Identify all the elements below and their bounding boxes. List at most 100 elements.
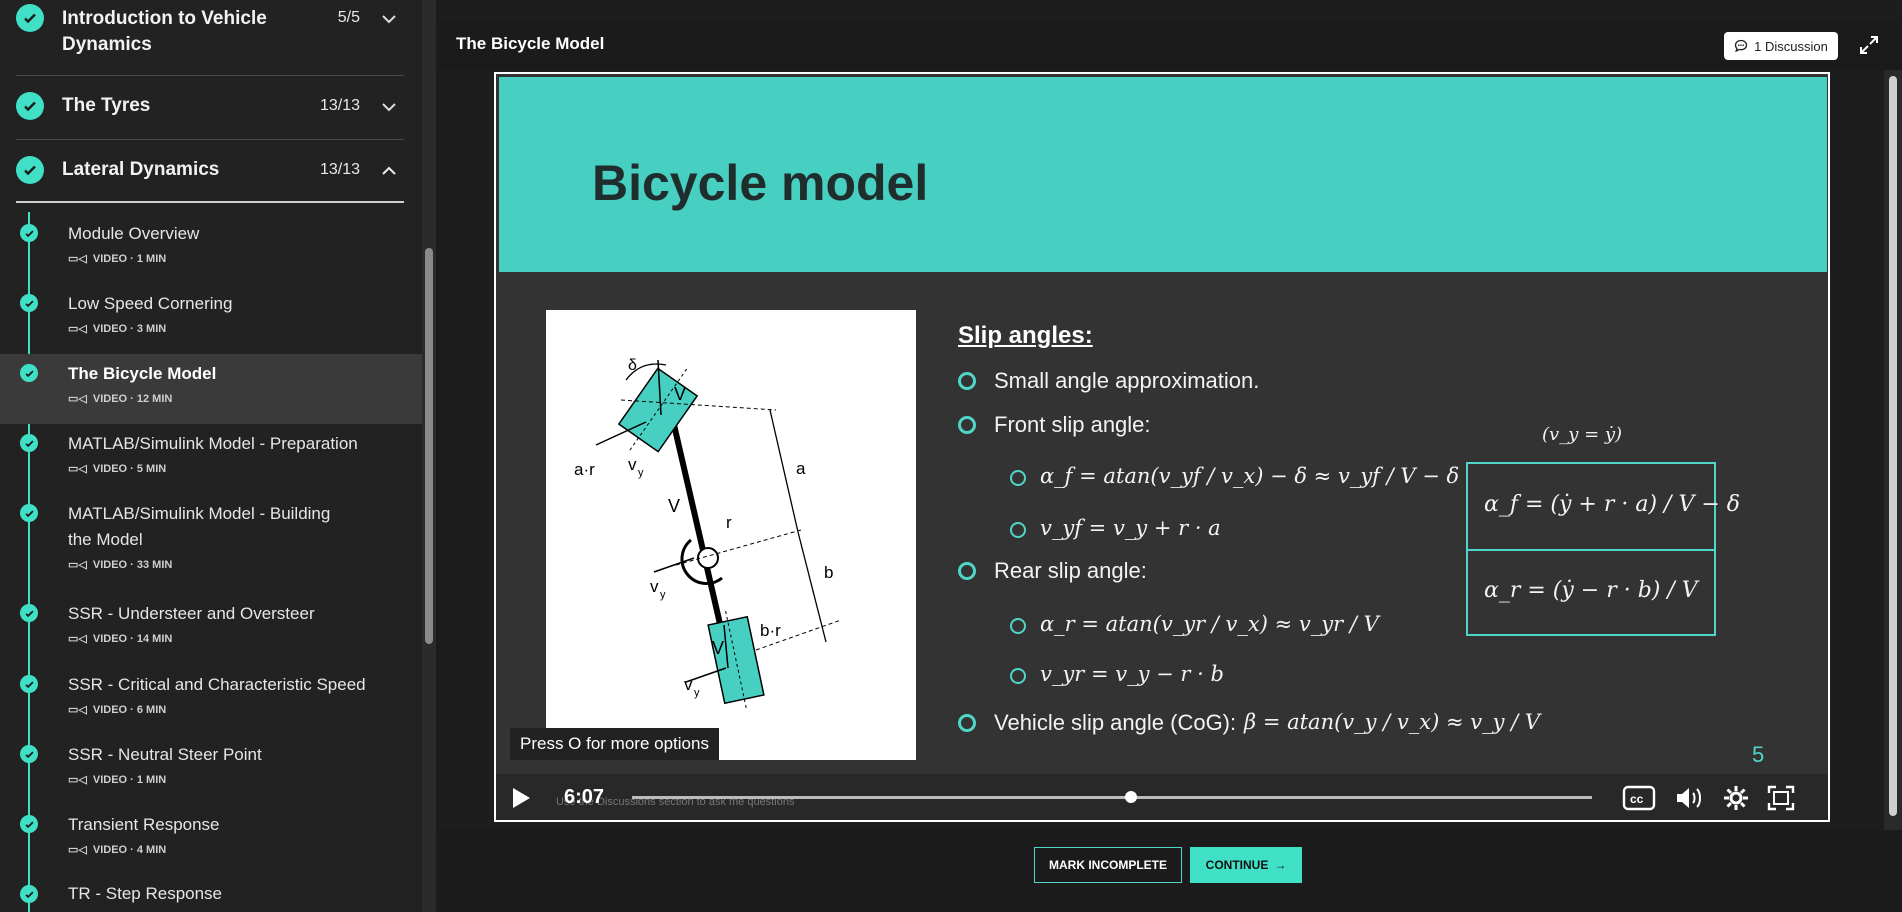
slip-angles-heading: Slip angles: — [958, 322, 1093, 349]
vy-note: (v_y = ẏ) — [1542, 424, 1623, 445]
vy-front-sub: y — [638, 467, 644, 479]
check-icon — [20, 745, 38, 763]
video-icon: ▭◁ — [68, 774, 87, 786]
slide-title: Bicycle model — [592, 155, 929, 211]
check-icon — [16, 156, 44, 184]
formula-beta: β = atan(v_y / v_x) ≈ v_y / V — [1244, 710, 1541, 734]
check-icon — [20, 224, 38, 242]
continue-button[interactable]: CONTINUE → — [1190, 847, 1302, 883]
lesson-title: Module Overview — [68, 224, 200, 243]
lesson-item[interactable]: SSR - Critical and Characteristic Speed … — [0, 666, 422, 736]
lesson-meta: VIDEO · 5 MIN — [92, 462, 167, 475]
lesson-title: SSR - Critical and Characteristic Speed — [68, 675, 366, 694]
fullscreen-icon[interactable] — [1766, 784, 1796, 812]
progress-knob[interactable] — [1125, 791, 1137, 803]
volume-icon[interactable] — [1674, 784, 1704, 812]
bullet-icon — [958, 372, 976, 390]
lesson-item-active[interactable]: The Bicycle Model ▭◁ VIDEO · 12 MIN — [0, 354, 422, 424]
main-scroll-thumb[interactable] — [1889, 76, 1897, 816]
lesson-item[interactable]: Low Speed Cornering ▭◁ VIDEO · 3 MIN — [0, 284, 422, 354]
module-count: 5/5 — [337, 9, 360, 26]
video-player[interactable]: Bicycle model δ V a·r v y V r a v y b b·… — [494, 72, 1830, 822]
player-controls: Use the Discussions section to ask me qu… — [496, 774, 1828, 820]
video-icon: ▭◁ — [68, 393, 87, 405]
bullet-vehicle-slip: Vehicle slip angle (CoG): — [994, 710, 1237, 735]
vy-front-label: v — [628, 455, 637, 474]
formula-alpha-r: α_r = atan(v_yr / v_x) ≈ v_yr / V — [1040, 612, 1379, 636]
vy-rear-label: v — [684, 675, 693, 694]
current-time: 6:07 — [564, 786, 605, 808]
lesson-meta: VIDEO · 12 MIN — [92, 392, 173, 405]
discussion-button[interactable]: 1 Discussion — [1724, 32, 1838, 60]
video-icon: ▭◁ — [68, 559, 87, 571]
play-icon[interactable] — [510, 786, 532, 810]
continue-label: CONTINUE — [1205, 858, 1269, 872]
comment-icon — [1734, 39, 1748, 53]
v-rear-label: V — [712, 638, 724, 658]
bullet-front-slip: Front slip angle: — [994, 412, 1151, 437]
bicycle-model-diagram: δ V a·r v y V r a v y b b·r V v y — [546, 310, 916, 760]
chevron-up-icon[interactable] — [380, 162, 398, 180]
vy-mid-sub: y — [660, 589, 666, 601]
module-title: Introduction to Vehicle Dynamics — [62, 8, 267, 55]
bullet-small-angle: Small angle approximation. — [994, 368, 1260, 393]
course-sidebar: Introduction to Vehicle Dynamics 5/5 The… — [0, 0, 422, 912]
video-icon: ▭◁ — [68, 704, 87, 716]
a-label: a — [796, 459, 806, 478]
settings-gear-icon[interactable] — [1722, 784, 1750, 812]
check-icon — [16, 92, 44, 120]
module-count: 13/13 — [319, 161, 360, 178]
formula-v-yr: v_yr = v_y − r · b — [1040, 662, 1224, 686]
check-icon — [20, 815, 38, 833]
br-label: b·r — [760, 621, 781, 640]
lesson-item[interactable]: SSR - Neutral Steer Point ▭◁ VIDEO · 1 MI… — [0, 736, 422, 806]
lesson-header — [438, 22, 1902, 70]
lesson-item[interactable]: SSR - Understeer and Oversteer ▭◁ VIDEO ·… — [0, 596, 422, 666]
lesson-item[interactable]: Module Overview ▭◁ VIDEO · 1 MIN — [0, 214, 422, 284]
lesson-item[interactable]: TR - Step Response — [0, 876, 422, 912]
sidebar-scroll-thumb[interactable] — [425, 248, 433, 644]
lesson-title: The Bicycle Model — [68, 364, 217, 383]
r-label: r — [726, 513, 732, 532]
progress-track[interactable] — [632, 796, 1592, 799]
mark-incomplete-button[interactable]: MARK INCOMPLETE — [1034, 847, 1182, 883]
b-label: b — [824, 563, 833, 582]
check-icon — [20, 434, 38, 452]
lesson-meta: VIDEO · 14 MIN — [92, 632, 173, 645]
module-title: Lateral Dynamics — [62, 159, 220, 180]
ar-label: a·r — [574, 460, 595, 479]
sub-bullet-icon — [1010, 470, 1026, 486]
module-count: 13/13 — [319, 97, 360, 114]
bullet-icon — [958, 562, 976, 580]
sub-bullet-icon — [1010, 522, 1026, 538]
module-the-tyres[interactable]: The Tyres 13/13 — [16, 76, 404, 140]
check-icon — [20, 504, 38, 522]
vy-mid-label: v — [650, 577, 659, 596]
lesson-meta: VIDEO · 1 MIN — [92, 773, 167, 786]
module-lateral-dynamics[interactable]: Lateral Dynamics 13/13 — [16, 140, 404, 203]
lesson-title: Low Speed Cornering — [68, 294, 233, 313]
fullscreen-expand-icon[interactable] — [1858, 34, 1880, 56]
video-icon: ▭◁ — [68, 463, 87, 475]
formula-box-rear: α_r = (ẏ − r · b) / V — [1484, 578, 1698, 603]
chevron-down-icon[interactable] — [380, 98, 398, 116]
sub-bullet-icon — [1010, 618, 1026, 634]
lesson-item[interactable]: MATLAB/Simulink Model - Building the Mod… — [0, 494, 422, 590]
lesson-item[interactable]: MATLAB/Simulink Model - Preparation ▭◁ VI… — [0, 424, 422, 494]
svg-text:cc: cc — [1630, 792, 1644, 806]
video-icon: ▭◁ — [68, 253, 87, 265]
captions-icon[interactable]: cc — [1622, 784, 1656, 812]
delta-label: δ — [628, 357, 637, 374]
bullet-icon — [958, 416, 976, 434]
lesson-meta: VIDEO · 3 MIN — [92, 322, 167, 335]
formula-alpha-f: α_f = atan(v_yf / v_x) − δ ≈ v_yf / V − … — [1040, 464, 1460, 488]
check-icon — [20, 675, 38, 693]
chevron-down-icon[interactable] — [380, 10, 398, 28]
lesson-item[interactable]: Transient Response ▭◁ VIDEO · 4 MIN — [0, 806, 422, 876]
formula-v-yf: v_yf = v_y + r · a — [1040, 516, 1221, 540]
bullet-rear-slip: Rear slip angle: — [994, 558, 1147, 583]
v-front-label: V — [674, 384, 686, 404]
lesson-title: SSR - Understeer and Oversteer — [68, 604, 315, 623]
module-introduction[interactable]: Introduction to Vehicle Dynamics 5/5 — [16, 0, 404, 76]
lesson-meta: VIDEO · 33 MIN — [92, 558, 173, 571]
